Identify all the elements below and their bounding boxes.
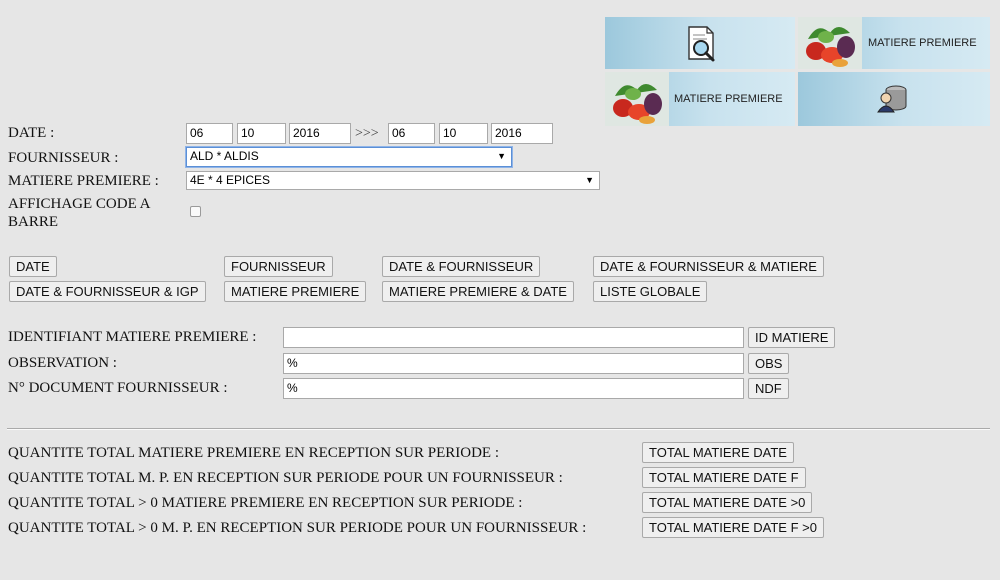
chevron-down-icon: ▼: [585, 175, 594, 185]
observation-input[interactable]: %: [283, 353, 744, 374]
database-user-tile[interactable]: [798, 72, 990, 126]
total-row-1-label: QUANTITE TOTAL MATIERE PREMIERE EN RECEP…: [8, 445, 500, 461]
total-row-4-label: QUANTITE TOTAL > 0 M. P. EN RECEPTION SU…: [8, 520, 587, 536]
chevron-down-icon: ▼: [497, 151, 506, 161]
fournisseur-select[interactable]: ALD * ALDIS ▼: [186, 147, 512, 167]
vegetables-icon: [605, 72, 669, 126]
fournisseur-select-value: ALD * ALDIS: [190, 149, 259, 163]
total-matiere-date-f-button[interactable]: TOTAL MATIERE DATE F: [642, 467, 806, 488]
date-fournisseur-matiere-button[interactable]: DATE & FOURNISSEUR & MATIERE: [593, 256, 824, 277]
total-row-3-label: QUANTITE TOTAL > 0 MATIERE PREMIERE EN R…: [8, 495, 523, 511]
date-button[interactable]: DATE: [9, 256, 57, 277]
code-barre-label: AFFICHAGE CODE A BARRE: [8, 196, 150, 230]
date-from-year-input[interactable]: 2016: [289, 123, 351, 144]
date-fournisseur-igp-button[interactable]: DATE & FOURNISSEUR & IGP: [9, 281, 206, 302]
date-from-day-input[interactable]: 06: [186, 123, 233, 144]
search-document-icon: [688, 26, 715, 62]
database-user-icon: [877, 85, 907, 113]
total-matiere-date-button[interactable]: TOTAL MATIERE DATE: [642, 442, 794, 463]
matiere-premiere-label: MATIERE PREMIERE :: [8, 173, 159, 189]
date-separator: >>>: [355, 126, 379, 141]
fournisseur-button[interactable]: FOURNISSEUR: [224, 256, 333, 277]
document-fournisseur-input[interactable]: %: [283, 378, 744, 399]
total-row-2-label: QUANTITE TOTAL M. P. EN RECEPTION SUR PE…: [8, 470, 563, 486]
separator-line: [7, 428, 990, 430]
matiere-premiere-tile-label-2: MATIERE PREMIERE: [674, 93, 783, 105]
ndf-button[interactable]: NDF: [748, 378, 789, 399]
matiere-premiere-tile-label: MATIERE PREMIERE: [868, 37, 977, 49]
matiere-premiere-tile-2[interactable]: MATIERE PREMIERE: [605, 72, 795, 126]
date-to-month-input[interactable]: 10: [439, 123, 488, 144]
vegetables-icon: [798, 17, 862, 69]
obs-button[interactable]: OBS: [748, 353, 790, 374]
matiere-premiere-button[interactable]: MATIERE PREMIERE: [224, 281, 367, 302]
total-matiere-date-positive-button[interactable]: TOTAL MATIERE DATE >0: [642, 492, 813, 513]
document-fournisseur-label: N° DOCUMENT FOURNISSEUR :: [8, 380, 228, 396]
liste-globale-button[interactable]: LISTE GLOBALE: [593, 281, 708, 302]
total-matiere-date-f-positive-button[interactable]: TOTAL MATIERE DATE F >0: [642, 517, 824, 538]
matiere-premiere-select-value: 4E * 4 EPICES: [190, 173, 271, 187]
date-to-year-input[interactable]: 2016: [491, 123, 553, 144]
date-fournisseur-button[interactable]: DATE & FOURNISSEUR: [382, 256, 541, 277]
code-barre-checkbox[interactable]: [190, 206, 201, 217]
observation-label: OBSERVATION :: [8, 355, 117, 371]
identifiant-label: IDENTIFIANT MATIERE PREMIERE :: [8, 329, 257, 345]
fournisseur-label: FOURNISSEUR :: [8, 150, 119, 166]
matiere-premiere-select[interactable]: 4E * 4 EPICES ▼: [186, 171, 600, 190]
identifiant-input[interactable]: [283, 327, 744, 348]
matiere-premiere-date-button[interactable]: MATIERE PREMIERE & DATE: [382, 281, 574, 302]
date-from-month-input[interactable]: 10: [237, 123, 286, 144]
search-document-tile[interactable]: [605, 17, 795, 69]
matiere-premiere-tile[interactable]: MATIERE PREMIERE: [798, 17, 990, 69]
date-to-day-input[interactable]: 06: [388, 123, 435, 144]
date-label: DATE :: [8, 125, 55, 141]
id-matiere-button[interactable]: ID MATIERE: [748, 327, 836, 348]
